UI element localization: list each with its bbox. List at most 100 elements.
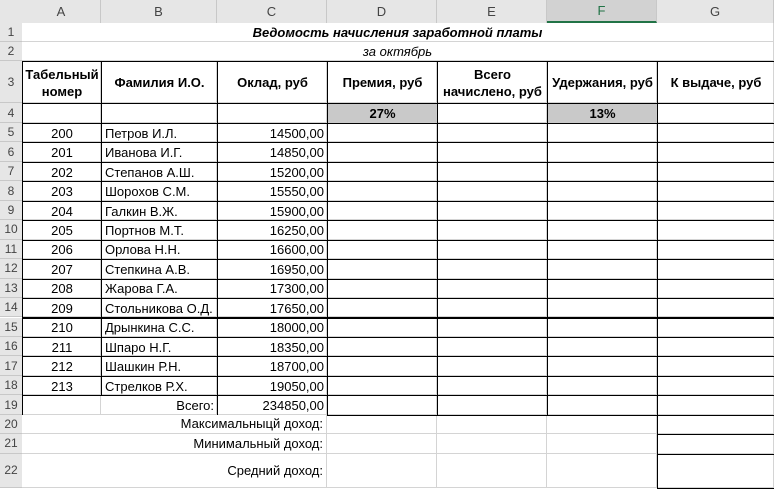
empty-value-cell[interactable]	[657, 239, 774, 261]
column-header-B[interactable]: B	[101, 0, 217, 23]
empty-value-cell[interactable]	[437, 317, 548, 338]
employee-name[interactable]: Стольникова О.Д.	[101, 298, 218, 319]
employee-name[interactable]: Галкин В.Ж.	[101, 200, 218, 222]
employee-salary[interactable]: 19050,00	[217, 375, 328, 397]
column-header-C[interactable]: C	[217, 0, 327, 23]
column-header-A[interactable]: A	[22, 0, 101, 23]
empty-value-cell[interactable]	[437, 220, 548, 241]
totals-label[interactable]: Всего:	[22, 395, 218, 416]
row-header-1[interactable]: 1	[0, 23, 22, 42]
employee-salary[interactable]: 17650,00	[217, 298, 328, 319]
employee-salary[interactable]: 18700,00	[217, 356, 328, 377]
empty-value-cell[interactable]	[547, 220, 658, 241]
summary-label-min[interactable]: Минимальный доход:	[22, 434, 327, 454]
employee-id[interactable]: 202	[22, 161, 102, 183]
summary-value-max[interactable]	[657, 414, 774, 436]
row-header-11[interactable]: 11	[0, 239, 22, 260]
row-header-19[interactable]: 19	[0, 395, 22, 415]
empty-value-cell[interactable]	[327, 336, 438, 358]
employee-name[interactable]: Шорохов С.М.	[101, 181, 218, 202]
rate-row-cell[interactable]	[217, 103, 328, 124]
header-payout[interactable]: К выдаче, руб	[657, 61, 774, 104]
row-header-3[interactable]: 3	[0, 61, 22, 103]
employee-id[interactable]: 203	[22, 181, 102, 202]
empty-value-cell[interactable]	[547, 161, 658, 183]
empty-value-cell[interactable]	[327, 259, 438, 280]
empty-value-cell[interactable]	[657, 123, 774, 144]
header-bonus[interactable]: Премия, руб	[327, 61, 438, 104]
empty-value-cell[interactable]	[437, 336, 548, 358]
grid-cell[interactable]	[437, 414, 547, 435]
header-tab[interactable]: Табельный номер	[22, 61, 102, 104]
empty-value-cell[interactable]	[437, 298, 548, 319]
row-header-12[interactable]: 12	[0, 259, 22, 279]
empty-value-cell[interactable]	[437, 142, 548, 163]
grid-cell[interactable]	[327, 414, 437, 435]
employee-name[interactable]: Жарова Г.А.	[101, 278, 218, 300]
empty-value-cell[interactable]	[327, 200, 438, 222]
row-header-2[interactable]: 2	[0, 42, 22, 61]
employee-salary[interactable]: 15550,00	[217, 181, 328, 202]
employee-salary[interactable]: 14500,00	[217, 123, 328, 144]
grid-cell[interactable]	[547, 434, 657, 454]
row-header-4[interactable]: 4	[0, 103, 22, 123]
header-total[interactable]: Всего начислено, руб	[437, 61, 548, 104]
empty-value-cell[interactable]	[437, 239, 548, 261]
empty-value-cell[interactable]	[547, 278, 658, 300]
empty-value-cell[interactable]	[437, 375, 548, 397]
empty-value-cell[interactable]	[437, 123, 548, 144]
empty-value-cell[interactable]	[547, 259, 658, 280]
empty-value-cell[interactable]	[547, 336, 658, 358]
rate-row-cell[interactable]	[657, 103, 774, 124]
employee-name[interactable]: Стрелков Р.Х.	[101, 375, 218, 397]
grid-cell[interactable]	[547, 414, 657, 435]
rate-row-cell[interactable]	[22, 103, 102, 124]
employee-salary[interactable]: 15200,00	[217, 161, 328, 183]
employee-name[interactable]: Шпаро Н.Г.	[101, 336, 218, 358]
employee-id[interactable]: 207	[22, 259, 102, 280]
empty-value-cell[interactable]	[657, 161, 774, 183]
empty-value-cell[interactable]	[437, 200, 548, 222]
employee-salary[interactable]: 16250,00	[217, 220, 328, 241]
employee-id[interactable]: 204	[22, 200, 102, 222]
row-header-9[interactable]: 9	[0, 200, 22, 221]
column-header-F[interactable]: F	[547, 0, 657, 23]
row-header-10[interactable]: 10	[0, 220, 22, 240]
empty-value-cell[interactable]	[657, 259, 774, 280]
sheet-subtitle[interactable]: за октябрь	[22, 42, 774, 61]
employee-name[interactable]: Портнов М.Т.	[101, 220, 218, 241]
deduction-rate[interactable]: 13%	[547, 103, 658, 124]
empty-value-cell[interactable]	[327, 220, 438, 241]
employee-salary[interactable]: 16950,00	[217, 259, 328, 280]
row-header-8[interactable]: 8	[0, 181, 22, 201]
summary-label-max[interactable]: Максимальныцй доход:	[22, 414, 327, 435]
totals-empty-cell[interactable]	[437, 395, 548, 416]
employee-name[interactable]: Дрынкина С.С.	[101, 317, 218, 338]
rate-row-cell[interactable]	[101, 103, 218, 124]
row-header-17[interactable]: 17	[0, 356, 22, 376]
employee-id[interactable]: 201	[22, 142, 102, 163]
empty-value-cell[interactable]	[547, 239, 658, 261]
empty-value-cell[interactable]	[327, 142, 438, 163]
employee-name[interactable]: Степанов А.Ш.	[101, 161, 218, 183]
empty-value-cell[interactable]	[657, 356, 774, 377]
employee-id[interactable]: 205	[22, 220, 102, 241]
totals-empty-cell[interactable]	[327, 395, 438, 416]
empty-value-cell[interactable]	[437, 278, 548, 300]
empty-value-cell[interactable]	[327, 375, 438, 397]
row-header-7[interactable]: 7	[0, 161, 22, 182]
empty-value-cell[interactable]	[327, 181, 438, 202]
row-header-21[interactable]: 21	[0, 434, 22, 454]
empty-value-cell[interactable]	[327, 356, 438, 377]
summary-label-avg[interactable]: Средний доход:	[22, 453, 327, 488]
empty-value-cell[interactable]	[547, 123, 658, 144]
grid-cell[interactable]	[327, 434, 437, 454]
employee-name[interactable]: Степкина А.В.	[101, 259, 218, 280]
employee-id[interactable]: 209	[22, 298, 102, 319]
header-deduct[interactable]: Удержания, руб	[547, 61, 658, 104]
empty-value-cell[interactable]	[657, 317, 774, 338]
grid-cell[interactable]	[327, 453, 437, 488]
employee-salary[interactable]: 17300,00	[217, 278, 328, 300]
employee-id[interactable]: 208	[22, 278, 102, 300]
empty-value-cell[interactable]	[437, 161, 548, 183]
